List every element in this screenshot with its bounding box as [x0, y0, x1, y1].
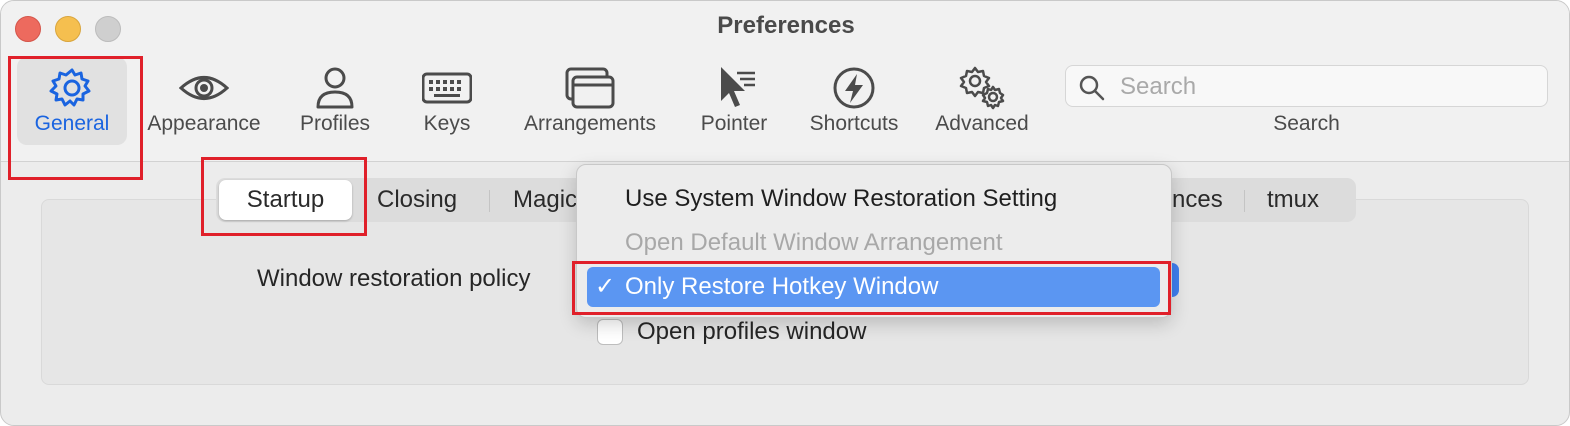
pointer-icon [721, 67, 755, 107]
toolbar-arrangements[interactable]: Arrangements [513, 61, 667, 151]
tab-tmux[interactable]: tmux [1267, 178, 1319, 222]
toolbar-appearance[interactable]: Appearance [141, 61, 267, 151]
toolbar-shortcuts[interactable]: Shortcuts [801, 61, 907, 151]
toolbar-label: Arrangements [524, 112, 656, 135]
toolbar-pointer[interactable]: Pointer [691, 61, 777, 151]
tab-divider [1244, 190, 1245, 212]
tab-nces[interactable]: nces [1172, 178, 1223, 222]
toolbar-keys[interactable]: Keys [411, 61, 483, 151]
open-profiles-checkbox[interactable] [597, 319, 623, 345]
window-title: Preferences [717, 12, 855, 39]
toolbar-label: Appearance [147, 112, 261, 135]
person-icon [316, 67, 354, 109]
menu-item-label: Open Default Window Arrangement [625, 229, 1003, 256]
tab-divider [489, 190, 490, 212]
search-input[interactable] [1118, 70, 1522, 104]
menu-item-label: Use System Window Restoration Setting [625, 185, 1058, 212]
menu-item-use-system-setting[interactable]: Use System Window Restoration Setting [577, 179, 1171, 219]
toolbar-label: Shortcuts [809, 112, 899, 135]
search-label: Search [1273, 112, 1340, 135]
toolbar-label: Advanced [935, 112, 1029, 135]
toolbar-label: Pointer [700, 112, 768, 135]
gears-icon [959, 66, 1005, 110]
toolbar-label: Keys [423, 112, 471, 135]
menu-item-open-default-arrangement: Open Default Window Arrangement [577, 223, 1171, 263]
toolbar-profiles[interactable]: Profiles [291, 61, 379, 151]
tab-magic[interactable]: Magic [513, 178, 577, 222]
windows-icon [565, 67, 615, 109]
open-profiles-label[interactable]: Open profiles window [637, 318, 866, 346]
toolbar-label: Profiles [299, 112, 371, 135]
tab-closing[interactable]: Closing [377, 178, 457, 222]
bolt-icon [833, 67, 875, 109]
eye-icon [179, 76, 229, 100]
search-field[interactable] [1065, 65, 1548, 107]
annotation-box-hotkey-option [572, 261, 1171, 315]
keyboard-icon [422, 72, 472, 104]
title-bar: Preferences General Appearance Profiles … [1, 1, 1569, 162]
annotation-box-startup [201, 157, 367, 236]
search-icon [1079, 75, 1105, 101]
window-restoration-policy-label: Window restoration policy [257, 265, 531, 292]
toolbar-advanced[interactable]: Advanced [927, 61, 1037, 151]
preferences-window: Preferences General Appearance Profiles … [0, 0, 1570, 426]
annotation-box-general [8, 56, 143, 180]
